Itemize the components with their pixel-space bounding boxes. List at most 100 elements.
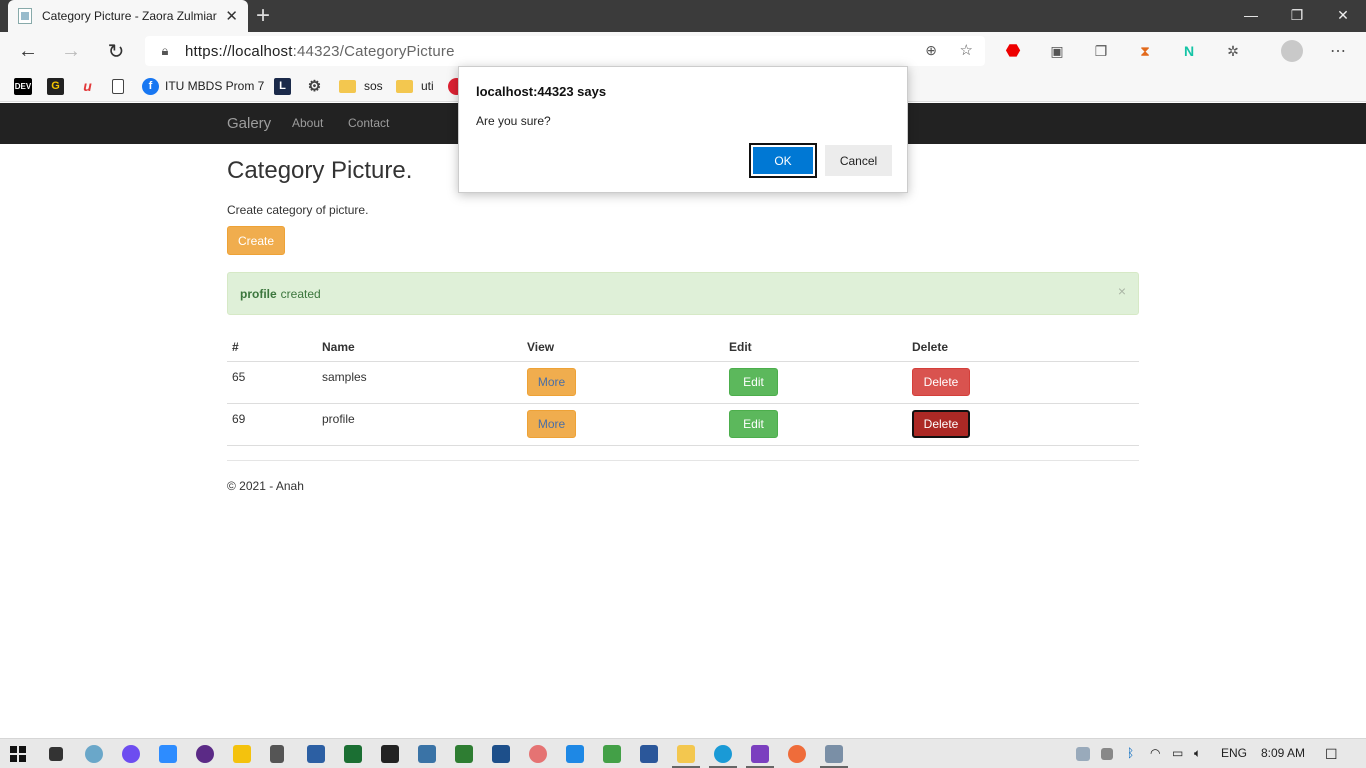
brand-link[interactable]: Galery xyxy=(227,115,271,132)
folder-icon xyxy=(339,79,356,93)
nav-contact-link[interactable]: Contact xyxy=(348,116,389,130)
zoom-app-icon[interactable] xyxy=(159,745,177,763)
n-extension-icon[interactable]: N xyxy=(1179,41,1199,61)
bookmark-grammarly[interactable]: G xyxy=(47,76,70,96)
powershell-icon[interactable] xyxy=(307,745,325,763)
edit-button[interactable]: Edit xyxy=(729,409,778,438)
lock-icon[interactable]: 🔒︎ xyxy=(145,43,185,59)
postman-icon[interactable] xyxy=(788,745,806,763)
favorite-star-icon[interactable]: ☆ xyxy=(960,41,973,59)
footer-text: © 2021 - Anah xyxy=(227,479,304,493)
timer-extension-icon[interactable]: ⧗ xyxy=(1135,41,1155,61)
screenshot-extension-icon[interactable]: ▣ xyxy=(1047,41,1067,61)
edge-icon[interactable] xyxy=(714,745,732,763)
snipping-icon[interactable] xyxy=(603,745,621,763)
copy-extension-icon[interactable]: ❐ xyxy=(1091,41,1111,61)
paint3d-icon[interactable] xyxy=(529,745,547,763)
delete-button[interactable]: Delete xyxy=(912,367,970,396)
close-window-icon[interactable]: ✕ xyxy=(1320,0,1366,30)
gear-icon: ⚙ xyxy=(307,78,322,95)
vscode-icon[interactable] xyxy=(566,745,584,763)
tray-notes-icon[interactable] xyxy=(1101,748,1113,760)
zoom-icon[interactable]: ⊕ xyxy=(925,42,937,59)
column-header-delete: Delete xyxy=(907,336,1139,362)
new-tab-button[interactable]: + xyxy=(256,3,270,29)
volume-icon[interactable]: 🔈︎ xyxy=(1194,746,1201,761)
dialog-ok-button[interactable]: OK xyxy=(749,143,817,178)
close-tab-icon[interactable]: ✕ xyxy=(225,7,238,25)
table-header-row: # Name View Edit Delete xyxy=(227,336,1139,362)
bookmark-settings[interactable]: ⚙ xyxy=(306,76,329,96)
more-button[interactable]: More xyxy=(527,409,576,438)
minimize-icon[interactable]: — xyxy=(1228,0,1274,30)
cmd-icon[interactable] xyxy=(381,745,399,763)
bookmark-page[interactable] xyxy=(112,76,130,96)
visual-studio-icon[interactable] xyxy=(751,745,769,763)
folder-icon xyxy=(396,79,413,93)
bookmark-dev[interactable]: DEV xyxy=(14,76,38,96)
notification-icon[interactable]: ☐ xyxy=(1325,746,1338,763)
clock[interactable]: 8:09 AM xyxy=(1261,746,1305,760)
bluetooth-icon[interactable]: ᛒ xyxy=(1127,746,1134,760)
table-row: 69 profile More Edit Delete xyxy=(227,403,1139,446)
word-icon[interactable] xyxy=(640,745,658,763)
nav-about-link[interactable]: About xyxy=(292,116,323,130)
adblock-extension-icon[interactable]: ⬣ xyxy=(1003,41,1023,61)
back-arrow-icon[interactable]: ← xyxy=(13,36,43,66)
media-player-icon[interactable] xyxy=(233,745,251,763)
more-menu-icon[interactable]: ⋯ xyxy=(1328,41,1348,61)
bookmark-udemy[interactable]: u xyxy=(79,76,102,96)
forward-arrow-icon[interactable]: → xyxy=(56,36,86,66)
start-windows-icon[interactable] xyxy=(10,746,26,762)
bookmark-l[interactable]: L xyxy=(274,76,297,96)
profile-avatar-icon[interactable] xyxy=(1281,40,1303,62)
column-header-name: Name xyxy=(317,336,522,362)
more-button[interactable]: More xyxy=(527,367,576,396)
cell-id: 65 xyxy=(227,361,317,404)
success-alert: profile created × xyxy=(227,272,1139,315)
bookmark-label: sos xyxy=(364,79,383,93)
alert-close-icon[interactable]: × xyxy=(1118,283,1126,299)
dialog-cancel-button[interactable]: Cancel xyxy=(825,145,892,176)
language-indicator[interactable]: ENG xyxy=(1221,746,1247,760)
browser-toolbar: ← → ↻ 🔒︎ https://localhost:44323/Categor… xyxy=(0,32,1366,70)
facebook-icon: f xyxy=(142,77,159,95)
bug-extension-icon[interactable]: ✲ xyxy=(1223,41,1243,61)
monitor-icon[interactable] xyxy=(825,745,843,763)
obs-icon[interactable] xyxy=(196,745,214,763)
bookmark-folder-sos[interactable]: sos xyxy=(339,76,383,96)
task-view-icon[interactable] xyxy=(49,747,63,761)
bookmark-itu[interactable]: f ITU MBDS Prom 7 xyxy=(142,76,264,96)
messenger-icon[interactable] xyxy=(122,745,140,763)
bookmark-label: uti xyxy=(421,79,434,93)
windows-taskbar: ᛒ ◠ ▭ 🔈︎ ENG 8:09 AM ☐ xyxy=(0,738,1366,768)
bookmark-label: ITU MBDS Prom 7 xyxy=(165,79,265,93)
cell-name: samples xyxy=(317,361,522,404)
file-explorer-icon[interactable] xyxy=(677,745,695,763)
refresh-icon[interactable]: ↻ xyxy=(101,36,131,66)
browser-tab-bar: Category Picture - Zaora Zulmiar ✕ + — ❐… xyxy=(0,0,1366,32)
editor-icon[interactable] xyxy=(344,745,362,763)
virtualbox-icon[interactable] xyxy=(492,745,510,763)
page-subtitle: Create category of picture. xyxy=(227,203,369,217)
create-button[interactable]: Create xyxy=(227,226,285,255)
address-bar[interactable]: 🔒︎ https://localhost:44323/CategoryPictu… xyxy=(145,36,985,66)
bookmark-folder-uti[interactable]: uti xyxy=(396,76,434,96)
calculator-icon[interactable] xyxy=(270,745,284,763)
battery-icon[interactable]: ▭ xyxy=(1172,746,1183,760)
table-row: 65 samples More Edit Delete xyxy=(227,361,1139,404)
python-icon[interactable] xyxy=(418,745,436,763)
tray-app-icon[interactable] xyxy=(1076,747,1090,761)
delete-button-focused[interactable]: Delete xyxy=(912,409,970,438)
page-icon xyxy=(112,78,124,94)
page-favicon-icon xyxy=(18,8,32,24)
l-logo-icon: L xyxy=(274,77,291,95)
restore-icon[interactable]: ❐ xyxy=(1274,0,1320,30)
wifi-icon[interactable]: ◠ xyxy=(1150,746,1160,760)
paint-icon[interactable] xyxy=(85,745,103,763)
browser-tab[interactable]: Category Picture - Zaora Zulmiar ✕ xyxy=(8,0,248,32)
network-icon[interactable] xyxy=(455,745,473,763)
page-title: Category Picture. xyxy=(227,157,413,184)
edit-button[interactable]: Edit xyxy=(729,367,778,396)
category-table: # Name View Edit Delete 65 samples More … xyxy=(227,336,1139,446)
